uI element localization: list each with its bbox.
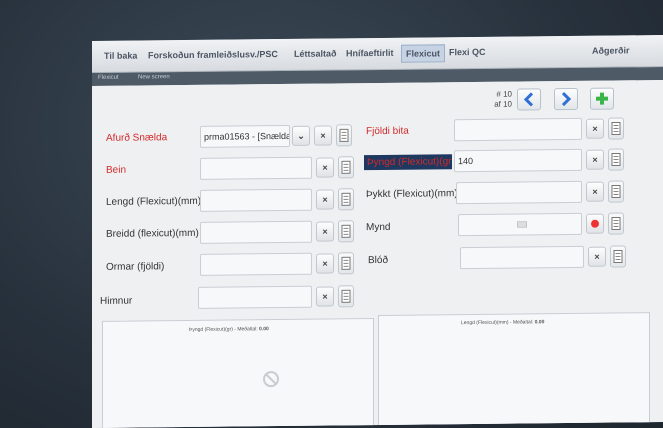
tab-til-baka[interactable]: Til baka xyxy=(104,51,137,61)
breidd-field[interactable] xyxy=(200,220,312,244)
mynd-details-button[interactable] xyxy=(608,212,624,235)
record-current: # 10 xyxy=(496,89,512,99)
thyngd-label: Þyngd (Flexicut)(gr) xyxy=(364,154,452,171)
next-record-button[interactable] xyxy=(554,87,578,111)
lengd-clear-button[interactable]: × xyxy=(316,189,334,210)
blod-details-button[interactable] xyxy=(610,245,626,268)
chart-title: Þyngd (Flexicut)(gr) - Meðaltal: 0.00 xyxy=(189,326,269,333)
record-total: af 10 xyxy=(494,99,512,109)
chart-average-value: 0.00 xyxy=(259,326,269,333)
document-icon xyxy=(341,160,351,174)
document-icon xyxy=(613,249,623,264)
document-icon xyxy=(611,152,621,167)
thyngd-average-chart: Þyngd (Flexicut)(gr) - Meðaltal: 0.00 xyxy=(102,318,374,428)
fjoldi-bita-details-button[interactable] xyxy=(608,117,624,140)
chart-title: Lengd (Flexicut)(mm) - Meðaltal: 0.00 xyxy=(461,319,544,326)
lengd-average-chart: Lengd (Flexicut)(mm) - Meðaltal: 0.00 xyxy=(378,312,650,428)
bein-details-button[interactable] xyxy=(338,156,354,179)
lengd-details-button[interactable] xyxy=(338,188,354,211)
record-counter: # 10 af 10 xyxy=(476,90,512,110)
tab-flexi-qc[interactable]: Flexi QC xyxy=(449,47,486,57)
bein-clear-button[interactable]: × xyxy=(316,157,334,178)
ormar-details-button[interactable] xyxy=(338,252,354,275)
add-record-button[interactable] xyxy=(590,87,614,110)
himnur-field[interactable] xyxy=(198,285,312,309)
record-dot-icon xyxy=(591,219,599,228)
himnur-clear-button[interactable]: × xyxy=(316,286,334,307)
form-area: # 10 af 10 Afurð Snælda prma01563 - [Snæ… xyxy=(92,80,663,428)
chart-average-value: 0.00 xyxy=(534,319,545,326)
thyngd-field[interactable]: 140 xyxy=(454,148,582,173)
document-icon xyxy=(341,256,351,270)
chart-title-text: Lengd (Flexicut)(mm) - Meðaltal: xyxy=(461,319,534,327)
document-icon xyxy=(611,216,621,231)
mynd-field[interactable] xyxy=(458,212,582,237)
thykkt-details-button[interactable] xyxy=(608,180,624,203)
bein-field[interactable] xyxy=(200,156,312,180)
tab-hnifaeftirlit[interactable]: Hnífaeftirlit xyxy=(346,48,394,58)
afurd-clear-button[interactable]: × xyxy=(314,125,332,146)
afurd-dropdown-button[interactable]: ⌄ xyxy=(292,125,310,146)
blod-clear-button[interactable]: × xyxy=(588,246,606,267)
breidd-label: Breidd (flexicut)(mm) xyxy=(106,227,199,240)
document-icon xyxy=(341,224,351,238)
mynd-capture-button[interactable] xyxy=(586,213,604,234)
app-screen: Til baka Forskoðun framleiðslusv./PSC Lé… xyxy=(92,35,663,428)
fjoldi-bita-field[interactable] xyxy=(454,117,582,142)
thykkt-clear-button[interactable]: × xyxy=(586,181,604,202)
chevron-left-icon xyxy=(523,92,534,107)
ormar-field[interactable] xyxy=(200,252,312,276)
image-placeholder-icon xyxy=(517,221,527,228)
lengd-label: Lengd (Flexicut)(mm) xyxy=(106,195,202,208)
himnur-details-button[interactable] xyxy=(338,285,354,308)
thykkt-field[interactable] xyxy=(456,180,582,205)
breidd-clear-button[interactable]: × xyxy=(316,221,334,242)
mynd-label: Mynd xyxy=(366,221,391,234)
plus-icon xyxy=(596,92,608,105)
chevron-right-icon xyxy=(561,91,572,107)
breadcrumb-item[interactable]: Flexicut xyxy=(98,75,119,81)
tab-forskodun[interactable]: Forskoðun framleiðslusv./PSC xyxy=(148,49,278,60)
ormar-label: Ormar (fjöldi) xyxy=(106,261,165,273)
blod-label: Blóð xyxy=(368,254,389,267)
document-icon xyxy=(339,128,349,142)
thyngd-details-button[interactable] xyxy=(608,148,624,171)
afurd-field[interactable]: prma01563 - [Snælda xyxy=(200,124,290,148)
fjoldi-bita-clear-button[interactable]: × xyxy=(586,118,604,139)
ormar-clear-button[interactable]: × xyxy=(316,253,334,274)
himnur-label: Himnur xyxy=(100,295,133,307)
tab-flexicut[interactable]: Flexicut xyxy=(401,44,446,63)
fjoldi-bita-label: Fjöldi bita xyxy=(366,125,409,138)
thyngd-clear-button[interactable]: × xyxy=(586,149,604,170)
document-icon xyxy=(341,289,351,303)
afurd-details-button[interactable] xyxy=(336,124,352,147)
chart-title-text: Þyngd (Flexicut)(gr) - Meðaltal: xyxy=(189,326,258,333)
tab-adgerdir[interactable]: Aðgerðir xyxy=(592,45,630,55)
breidd-details-button[interactable] xyxy=(338,220,354,243)
tab-lettsaltad[interactable]: Léttsaltað xyxy=(294,48,337,58)
thykkt-label: Þykkt (Flexicut)(mm) xyxy=(366,188,458,201)
lengd-field[interactable] xyxy=(200,188,312,212)
blod-field[interactable] xyxy=(460,245,584,270)
bein-label: Bein xyxy=(106,164,127,176)
previous-record-button[interactable] xyxy=(517,88,541,111)
document-icon xyxy=(341,192,351,206)
document-icon xyxy=(611,121,621,136)
loading-icon xyxy=(263,371,279,388)
breadcrumb-item[interactable]: New screen xyxy=(138,74,170,80)
afurd-label: Afurð Snælda xyxy=(106,132,168,144)
document-icon xyxy=(611,184,621,199)
